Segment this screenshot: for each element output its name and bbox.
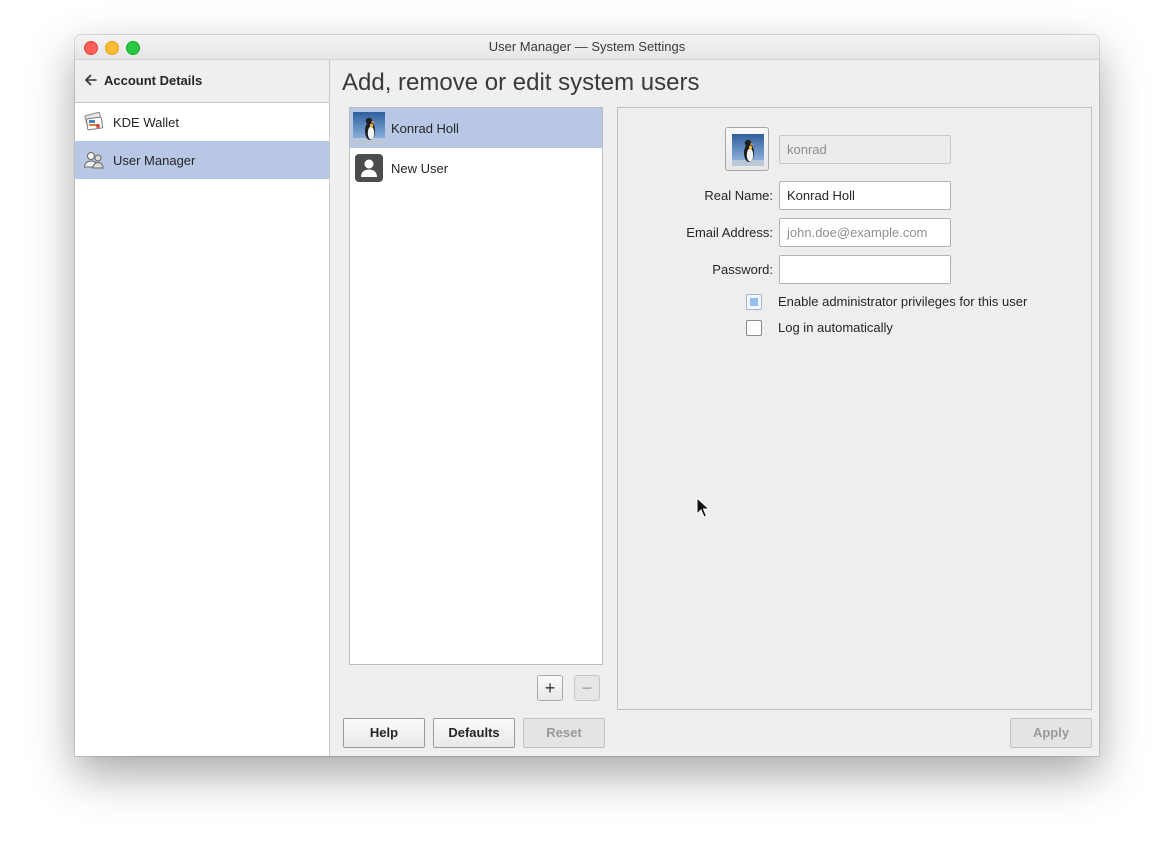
admin-privileges-label: Enable administrator privileges for this… (778, 294, 1028, 309)
penguin-avatar-icon (353, 112, 385, 144)
main-content: Add, remove or edit system users Konrad … (330, 60, 1099, 756)
penguin-avatar-icon (732, 134, 764, 166)
reset-button[interactable]: Reset (523, 718, 605, 748)
autologin-label: Log in automatically (778, 320, 893, 335)
username-field[interactable]: konrad (779, 135, 951, 164)
remove-user-button[interactable]: − (574, 675, 600, 701)
user-list[interactable]: Konrad Holl New User (349, 107, 603, 665)
autologin-checkbox[interactable] (746, 320, 762, 336)
real-name-label: Real Name: (704, 188, 773, 203)
back-arrow-icon[interactable] (84, 73, 98, 87)
email-placeholder: john.doe@example.com (787, 225, 928, 240)
sidebar-header-label: Account Details (104, 73, 203, 88)
add-user-button[interactable]: + (537, 675, 563, 701)
list-item-konrad-holl[interactable]: Konrad Holl (350, 108, 602, 148)
title-bar[interactable]: User Manager — System Settings (75, 35, 1099, 60)
help-button[interactable]: Help (343, 718, 425, 748)
list-item-new-user[interactable]: New User (350, 148, 602, 188)
sidebar-item-user-manager[interactable]: User Manager (75, 141, 329, 179)
sidebar: Account Details KDE Wallet User Manager (75, 60, 330, 756)
email-field[interactable]: john.doe@example.com (779, 218, 951, 247)
mouse-pointer-icon (696, 497, 710, 518)
admin-privileges-checkbox[interactable] (746, 294, 762, 310)
page-title: Add, remove or edit system users (342, 69, 700, 96)
kde-wallet-icon (84, 112, 104, 131)
sidebar-item-label: User Manager (113, 153, 196, 168)
user-details-panel: konrad Real Name: Konrad Holl Email Addr… (617, 107, 1092, 710)
sidebar-item-label: KDE Wallet (113, 115, 179, 130)
user-name: Konrad Holl (391, 121, 459, 136)
window-title: User Manager — System Settings (488, 39, 686, 54)
change-avatar-button[interactable] (725, 127, 769, 171)
generic-user-icon (355, 154, 383, 182)
password-label: Password: (712, 262, 773, 277)
users-icon (83, 152, 104, 169)
real-name-field[interactable]: Konrad Holl (779, 181, 951, 210)
email-label: Email Address: (686, 225, 773, 240)
sidebar-back-header[interactable]: Account Details (75, 60, 329, 103)
defaults-button[interactable]: Defaults (433, 718, 515, 748)
password-field[interactable] (779, 255, 951, 284)
user-name: New User (391, 161, 449, 176)
sidebar-item-kde-wallet[interactable]: KDE Wallet (75, 103, 329, 141)
system-settings-window: User Manager — System Settings Account D… (75, 35, 1099, 756)
apply-button[interactable]: Apply (1010, 718, 1092, 748)
